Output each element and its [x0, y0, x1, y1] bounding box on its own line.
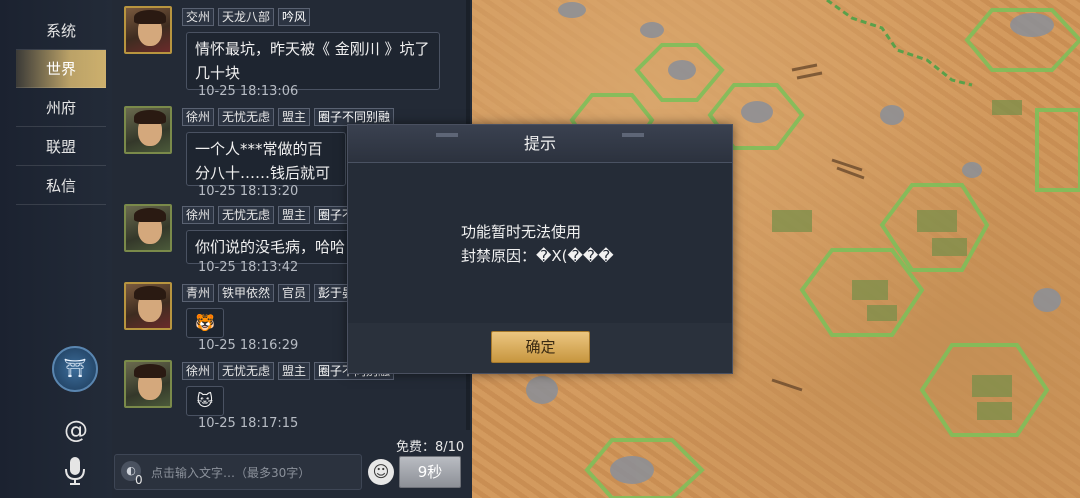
message-timestamp: 10-25 18:16:29 [198, 338, 299, 353]
microphone-icon[interactable] [64, 456, 86, 486]
message-timestamp: 10-25 18:17:15 [198, 416, 299, 431]
nav-item-world[interactable]: 世界 [16, 50, 106, 88]
free-message-count: 免费：8/10 [396, 440, 465, 455]
confirm-button[interactable]: 确定 [491, 331, 590, 363]
message-timestamp: 10-25 18:13:20 [198, 184, 299, 199]
role-tag: 盟主 [278, 362, 311, 380]
alliance-tag: 无忧无虑 [218, 108, 275, 126]
region-tag: 青州 [182, 284, 215, 302]
alliance-tag: 天龙八部 [218, 8, 275, 26]
message-bubble: 情怀最坑，昨天被《 金刚川 》坑了几十块 [186, 32, 440, 90]
chat-input[interactable]: ◐ 0 点击输入文字…（最多30字） [114, 454, 362, 490]
role-tag: 盟主 [278, 206, 311, 224]
input-placeholder: 点击输入文字…（最多30字） [151, 466, 311, 480]
realm-emblem-icon[interactable]: ⛩ [52, 346, 98, 392]
region-tag: 徐州 [182, 108, 215, 126]
message-timestamp: 10-25 18:13:06 [198, 84, 299, 99]
region-tag: 徐州 [182, 362, 215, 380]
sticker-bubble: 🐱 [186, 386, 224, 416]
nav-item-province[interactable]: 州府 [16, 89, 106, 127]
dialog-message-line2: 封禁原因：�X(��� [461, 247, 614, 265]
avatar[interactable] [124, 6, 172, 54]
sender-tags: 青州 铁甲依然 官员 彭于晏 [182, 282, 362, 302]
dialog-ornament [436, 133, 458, 137]
avatar[interactable] [124, 106, 172, 154]
channel-sidebar: 系统 世界 州府 联盟 私信 ⛩ @ [0, 0, 112, 498]
dialog-message-line1: 功能暂时无法使用 [461, 223, 582, 241]
sender-tags: 交州 天龙八部 吟风 [182, 6, 314, 26]
sticker-bubble: 🐯 [186, 308, 224, 338]
alert-dialog: 提示 功能暂时无法使用 封禁原因：�X(��� 确定 [347, 124, 733, 374]
alliance-tag: 铁甲依然 [218, 284, 275, 302]
nav-item-private-message[interactable]: 私信 [16, 167, 106, 205]
input-char-count: 0 [135, 473, 143, 487]
nav-item-system[interactable]: 系统 [16, 12, 106, 50]
send-button[interactable]: 9秒 [399, 456, 461, 488]
role-tag: 官员 [278, 284, 311, 302]
chat-message: 交州 天龙八部 吟风 情怀最坑，昨天被《 金刚川 》坑了几十块 10-25 18:1… [124, 6, 464, 104]
avatar[interactable] [124, 282, 172, 330]
emoji-icon[interactable]: ☺ [368, 459, 394, 485]
message-timestamp: 10-25 18:13:42 [198, 260, 299, 275]
region-tag: 徐州 [182, 206, 215, 224]
mention-icon[interactable]: @ [62, 416, 90, 444]
message-bubble: 你们说的没毛病，哈哈 [186, 230, 356, 264]
region-tag: 交州 [182, 8, 215, 26]
role-tag: 盟主 [278, 108, 311, 126]
dialog-title: 提示 [348, 125, 732, 163]
dialog-ornament [622, 133, 644, 137]
avatar[interactable] [124, 360, 172, 408]
player-name-tag[interactable]: 吟风 [278, 8, 311, 26]
alliance-tag: 无忧无虑 [218, 362, 275, 380]
sender-tags: 徐州无忧无虑盟主圈子不同别融 [182, 106, 398, 126]
avatar[interactable] [124, 204, 172, 252]
nav-item-alliance[interactable]: 联盟 [16, 128, 106, 166]
alliance-tag: 无忧无虑 [218, 206, 275, 224]
message-bubble: 一个人***常做的百分八十……钱后就可以不做的。 [186, 132, 346, 186]
